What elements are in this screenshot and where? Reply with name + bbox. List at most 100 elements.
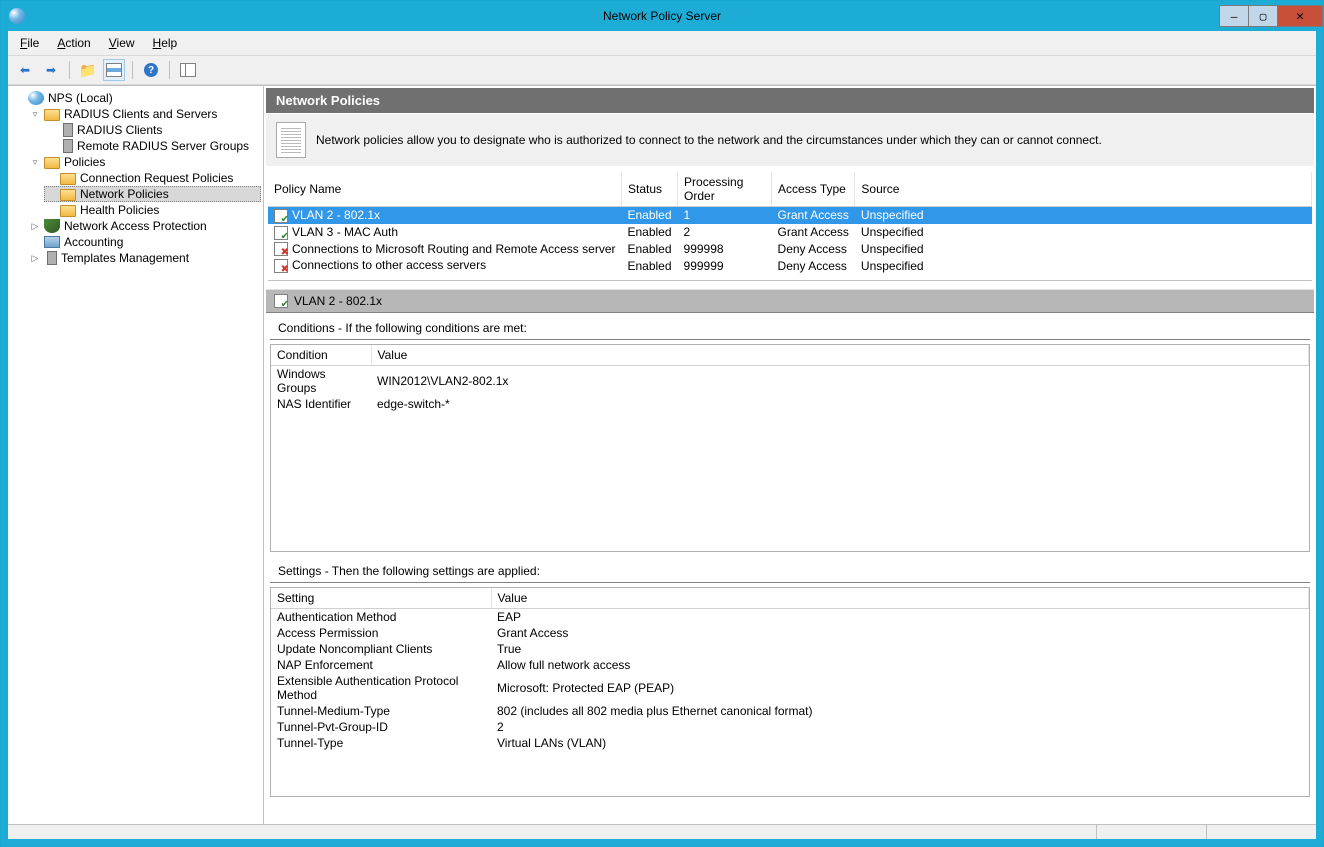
titlebar[interactable]: Network Policy Server — ▢ ✕ (1, 1, 1323, 31)
menubar: File Action View Help (8, 31, 1316, 56)
policy-grant-icon (274, 226, 288, 240)
maximize-button[interactable]: ▢ (1248, 5, 1278, 27)
tree-network-policies[interactable]: ▷ Network Policies (44, 186, 261, 202)
tree-pane[interactable]: ▷ NPS (Local) ▿ RADIUS Clients and Serve… (8, 86, 264, 824)
folder-icon (60, 189, 76, 201)
nav-tree: ▷ NPS (Local) ▿ RADIUS Clients and Serve… (10, 90, 261, 266)
policy-order-cell: 999999 (678, 257, 772, 274)
policy-order-cell: 2 (678, 224, 772, 241)
menu-file[interactable]: File (12, 33, 47, 53)
table-row[interactable]: Tunnel-Medium-Type802 (includes all 802 … (271, 703, 1309, 719)
tree-label: Network Access Protection (64, 219, 207, 233)
col-condition-value[interactable]: Value (371, 345, 1309, 366)
back-button[interactable] (14, 59, 36, 81)
table-row[interactable]: Update Noncompliant ClientsTrue (271, 641, 1309, 657)
conditions-section-label: Conditions - If the following conditions… (270, 313, 1310, 340)
table-row[interactable]: Extensible Authentication Protocol Metho… (271, 673, 1309, 703)
policy-name-cell: Connections to other access servers (292, 258, 486, 272)
server-icon (63, 139, 73, 153)
table-row[interactable]: Access PermissionGrant Access (271, 625, 1309, 641)
conditions-table[interactable]: Condition Value Windows GroupsWIN2012\VL… (271, 345, 1309, 412)
tree-root[interactable]: ▷ NPS (Local) (12, 90, 261, 106)
table-row[interactable]: NAS Identifieredge-switch-* (271, 396, 1309, 412)
setting-value: Microsoft: Protected EAP (PEAP) (491, 673, 1309, 703)
expander-icon[interactable]: ▷ (30, 253, 40, 263)
expander-icon[interactable]: ▿ (30, 157, 40, 167)
folder-icon (44, 109, 60, 121)
col-status[interactable]: Status (621, 172, 677, 207)
help-button[interactable]: ? (140, 59, 162, 81)
expander-icon[interactable]: ▷ (30, 221, 40, 231)
menu-action[interactable]: Action (49, 33, 98, 53)
intro-box: Network policies allow you to designate … (266, 113, 1314, 166)
table-row[interactable]: Connections to other access serversEnabl… (268, 257, 1312, 274)
settings-section-label: Settings - Then the following settings a… (270, 556, 1310, 583)
globe-icon (28, 91, 44, 105)
policy-deny-icon (274, 259, 288, 273)
split-view-button[interactable] (177, 59, 199, 81)
table-row[interactable]: NAP EnforcementAllow full network access (271, 657, 1309, 673)
close-icon: ✕ (1296, 9, 1304, 24)
col-access[interactable]: Access Type (772, 172, 855, 207)
tree-health-policies[interactable]: ▷ Health Policies (44, 202, 261, 218)
policy-grant-icon (274, 209, 288, 223)
tree-remote-radius[interactable]: ▷ Remote RADIUS Server Groups (44, 138, 261, 154)
toolbar-separator (132, 61, 133, 79)
table-row[interactable]: Connections to Microsoft Routing and Rem… (268, 241, 1312, 258)
minimize-button[interactable]: — (1219, 5, 1249, 27)
tree-radius-clients[interactable]: ▷ RADIUS Clients (44, 122, 261, 138)
content-title: Network Policies (276, 93, 380, 108)
forward-button[interactable] (40, 59, 62, 81)
col-policy-name[interactable]: Policy Name (268, 172, 621, 207)
policy-access-cell: Grant Access (772, 207, 855, 224)
tree-label: Remote RADIUS Server Groups (77, 139, 249, 153)
col-order[interactable]: Processing Order (678, 172, 772, 207)
table-row[interactable]: Windows GroupsWIN2012\VLAN2-802.1x (271, 366, 1309, 397)
menu-view[interactable]: View (101, 33, 143, 53)
close-button[interactable]: ✕ (1277, 5, 1323, 27)
tree-accounting[interactable]: ▷ Accounting (28, 234, 261, 250)
policy-table[interactable]: Policy Name Status Processing Order Acce… (268, 172, 1312, 274)
tree-connection-request[interactable]: ▷ Connection Request Policies (44, 170, 261, 186)
tree-templates[interactable]: ▷ Templates Management (28, 250, 261, 266)
tree-policies[interactable]: ▿ Policies (28, 154, 261, 170)
document-icon (276, 122, 306, 158)
table-row[interactable]: Tunnel-Pvt-Group-ID2 (271, 719, 1309, 735)
table-row[interactable]: VLAN 2 - 802.1xEnabled1Grant AccessUnspe… (268, 207, 1312, 224)
policy-name-cell: Connections to Microsoft Routing and Rem… (292, 242, 615, 256)
col-source[interactable]: Source (855, 172, 1312, 207)
tree-label: Accounting (64, 235, 123, 249)
table-row[interactable]: Authentication MethodEAP (271, 609, 1309, 626)
col-setting[interactable]: Setting (271, 588, 491, 609)
menu-help[interactable]: Help (145, 33, 186, 53)
table-row[interactable]: Tunnel-TypeVirtual LANs (VLAN) (271, 735, 1309, 751)
col-setting-value[interactable]: Value (491, 588, 1309, 609)
help-icon: ? (144, 63, 158, 77)
tree-nap[interactable]: ▷ Network Access Protection (28, 218, 261, 234)
setting-value: True (491, 641, 1309, 657)
expander-icon[interactable]: ▿ (30, 109, 40, 119)
tree-label: RADIUS Clients and Servers (64, 107, 217, 121)
policy-grant-icon (274, 294, 288, 308)
up-button[interactable] (77, 59, 99, 81)
forward-icon (46, 63, 56, 77)
setting-key: Extensible Authentication Protocol Metho… (271, 673, 491, 703)
condition-key: Windows Groups (271, 366, 371, 397)
content-pane: Network Policies Network policies allow … (264, 86, 1316, 824)
table-row[interactable]: VLAN 3 - MAC AuthEnabled2Grant AccessUns… (268, 224, 1312, 241)
tree-label: Network Policies (80, 187, 169, 201)
policy-access-cell: Deny Access (772, 241, 855, 258)
tree-radius-group[interactable]: ▿ RADIUS Clients and Servers (28, 106, 261, 122)
properties-button[interactable] (103, 59, 125, 81)
toolbar-separator (169, 61, 170, 79)
setting-value: Grant Access (491, 625, 1309, 641)
policy-source-cell: Unspecified (855, 241, 1312, 258)
settings-table[interactable]: Setting Value Authentication MethodEAPAc… (271, 588, 1309, 751)
frame-border-right (1316, 31, 1323, 846)
setting-key: Tunnel-Pvt-Group-ID (271, 719, 491, 735)
maximize-icon: ▢ (1260, 10, 1267, 23)
policy-source-cell: Unspecified (855, 257, 1312, 274)
conditions-table-wrap: Condition Value Windows GroupsWIN2012\VL… (270, 344, 1310, 552)
tree-label: Health Policies (80, 203, 159, 217)
col-condition[interactable]: Condition (271, 345, 371, 366)
